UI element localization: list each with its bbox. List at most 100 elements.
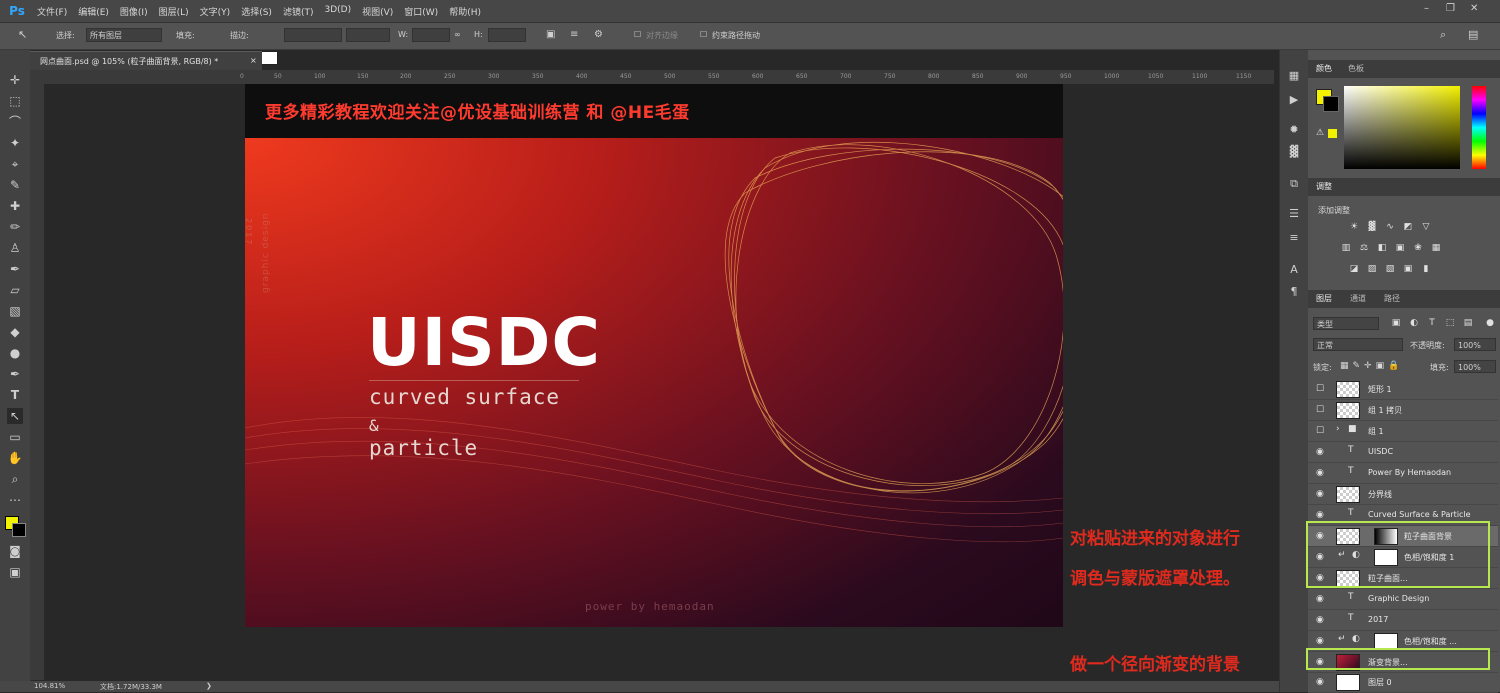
filter-shape-icon[interactable]: ⬚ [1444,318,1456,329]
tab-layers[interactable]: 图层 [1316,293,1332,304]
tab-swatches[interactable]: 色板 [1348,63,1364,74]
width-field[interactable] [412,28,450,42]
menu-window[interactable]: 窗口(W) [404,5,438,18]
visibility-toggle[interactable]: ☐ [1316,405,1324,415]
document-tab[interactable]: 网点曲面.psd @ 105% (粒子曲面背景, RGB/8) * × [30,51,262,70]
minimize-icon[interactable]: – [1424,3,1429,14]
path-align-icon[interactable]: ≡ [570,29,578,40]
opacity-field[interactable]: 100% [1454,338,1496,351]
document-canvas[interactable]: 更多精彩教程欢迎关注@优设基础训练营 和 @HE毛蛋 2017 graphic … [245,84,1063,627]
stroke-width-field[interactable] [284,28,342,42]
selective-color-icon[interactable]: ▣ [1402,264,1414,275]
height-field[interactable] [488,28,526,42]
layer-row[interactable]: ☐ 组 1 拷贝 [1308,400,1498,421]
eye-icon[interactable]: ◉ [1316,510,1324,520]
character-icon[interactable]: A [1286,262,1302,278]
hue-slider[interactable] [1472,86,1486,169]
stroke-type-dropdown[interactable] [346,28,390,42]
actions-play-icon[interactable]: ▶ [1286,92,1302,108]
gamut-swatch[interactable] [1328,129,1337,138]
levels-icon[interactable]: ▓ [1366,222,1378,233]
color-lookup-icon[interactable]: ▦ [1430,243,1442,254]
layer-row[interactable]: ◉ T 2017 [1308,610,1498,631]
threshold-icon[interactable]: ▧ [1384,264,1396,275]
properties-icon[interactable]: ☰ [1286,206,1302,222]
layer-row[interactable]: ◉ T UISDC [1308,442,1498,463]
filter-type-icon[interactable]: T [1426,318,1438,329]
vibrance-icon[interactable]: ▽ [1420,222,1432,233]
filter-smart-icon[interactable]: ▤ [1462,318,1474,329]
tab-channels[interactable]: 通道 [1350,293,1366,304]
layer-row[interactable]: ◉ T Graphic Design [1308,589,1498,610]
workspace-icon[interactable]: ▤ [1468,28,1478,41]
eye-icon[interactable]: ◉ [1316,615,1324,625]
lasso-tool-icon[interactable]: ⌒ [7,114,23,130]
status-menu-icon[interactable]: ❯ [206,682,212,690]
brush-settings-icon[interactable]: ✹ [1286,122,1302,138]
menu-edit[interactable]: 编辑(E) [78,5,109,18]
move-tool-icon[interactable]: ✛ [7,72,23,88]
color-picker-field[interactable] [1344,86,1460,169]
hand-tool-icon[interactable]: ✋ [7,450,23,466]
eye-icon[interactable]: ◉ [1316,468,1324,478]
zoom-level[interactable]: 104.81% [34,682,65,690]
path-arrange-icon[interactable]: ⚙ [594,29,603,40]
history-brush-tool-icon[interactable]: ✒ [7,261,23,277]
menu-filter[interactable]: 滤镜(T) [283,5,314,18]
info-icon[interactable]: ≡ [1286,230,1302,246]
eraser-tool-icon[interactable]: ▱ [7,282,23,298]
dodge-tool-icon[interactable]: ● [7,345,23,361]
link-icon[interactable]: ∞ [454,30,461,39]
blend-mode-dropdown[interactable]: 正常 [1313,338,1403,351]
channel-mixer-icon[interactable]: ❀ [1412,243,1424,254]
eyedropper-tool-icon[interactable]: ✎ [7,177,23,193]
constrain-path-checkbox[interactable]: ☐ [700,30,707,39]
posterize-icon[interactable]: ▨ [1366,264,1378,275]
filter-pixel-icon[interactable]: ▣ [1390,318,1402,329]
stamp-tool-icon[interactable]: ♙ [7,240,23,256]
black-white-icon[interactable]: ◧ [1376,243,1388,254]
eye-icon[interactable]: ◉ [1316,677,1324,687]
invert-icon[interactable]: ◪ [1348,264,1360,275]
eye-icon[interactable]: ◉ [1316,489,1324,499]
layer-row[interactable]: ◉ 分界线 [1308,484,1498,505]
more-tools-icon[interactable]: ⋯ [7,492,23,508]
tab-color[interactable]: 颜色 [1316,63,1332,74]
eye-icon[interactable]: ◉ [1316,594,1324,604]
screen-mode-icon[interactable]: ▣ [7,564,23,580]
crop-tool-icon[interactable]: ⌖ [7,156,23,172]
menu-3d[interactable]: 3D(D) [324,5,351,18]
path-select-tool-icon[interactable]: ↖ [7,408,23,424]
zoom-tool-icon[interactable]: ⌕ [7,471,23,487]
fill-field[interactable]: 100% [1454,360,1496,373]
layer-row[interactable]: ☐ 矩形 1 [1308,379,1498,400]
color-balance-icon[interactable]: ⚖ [1358,243,1370,254]
layer-filter-dropdown[interactable]: 类型 [1313,317,1379,330]
menu-help[interactable]: 帮助(H) [449,5,481,18]
eye-icon[interactable]: ◉ [1316,636,1324,646]
menu-image[interactable]: 图像(I) [120,5,148,18]
gradient-tool-icon[interactable]: ▧ [7,303,23,319]
layer-row[interactable]: ◉ 图层 0 [1308,672,1498,693]
search-icon[interactable]: ⌕ [1440,28,1446,42]
close-tab-icon[interactable]: × [250,56,257,65]
visibility-toggle[interactable]: ☐ [1316,426,1324,436]
menu-layer[interactable]: 图层(L) [159,5,189,18]
menu-file[interactable]: 文件(F) [37,5,67,18]
clone-source-icon[interactable]: ⧉ [1286,176,1302,192]
background-color-swatch[interactable] [12,523,26,537]
history-icon[interactable]: ▦ [1286,68,1302,84]
path-ops-icon[interactable]: ▣ [546,29,555,40]
visibility-toggle[interactable]: ☐ [1316,384,1324,394]
pen-tool-icon[interactable]: ✒ [7,366,23,382]
brush-tool-icon[interactable]: ✏ [7,219,23,235]
move-tool-icon[interactable]: ↖ [18,28,27,41]
quick-select-tool-icon[interactable]: ✦ [7,135,23,151]
hue-sat-icon[interactable]: ▥ [1340,243,1352,254]
eye-icon[interactable]: ◉ [1316,447,1324,457]
healing-tool-icon[interactable]: ✚ [7,198,23,214]
menu-type[interactable]: 文字(Y) [200,5,231,18]
exposure-icon[interactable]: ◩ [1402,222,1414,233]
background-swatch[interactable] [1323,96,1339,112]
photo-filter-icon[interactable]: ▣ [1394,243,1406,254]
